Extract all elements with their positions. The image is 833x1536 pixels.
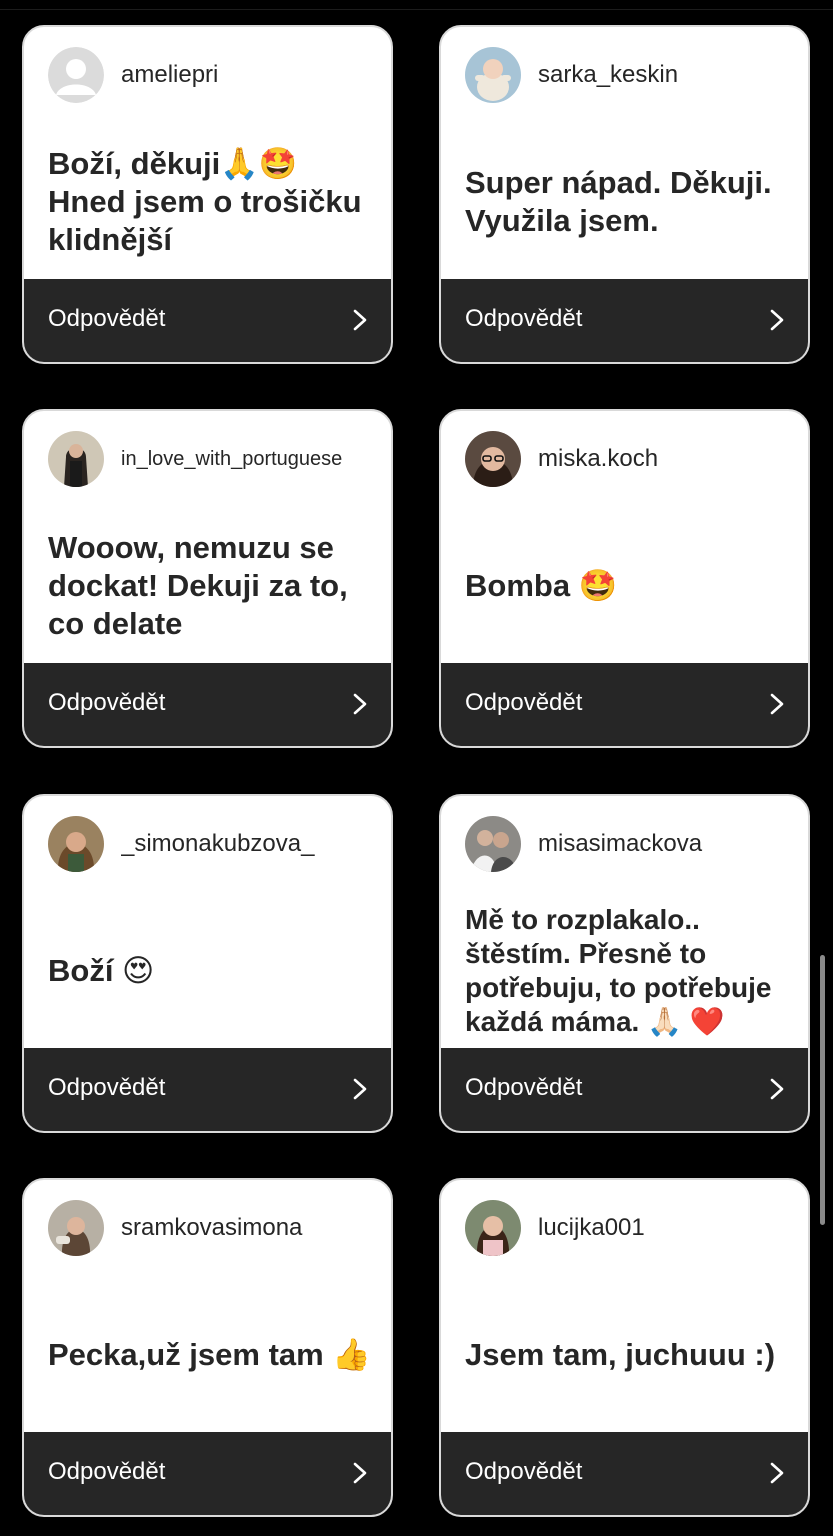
response-text: Mě to rozplakalo.. štěstím. Přesně to po… — [465, 904, 772, 1037]
username[interactable]: miska.koch — [538, 445, 794, 473]
reply-label: Odpovědět — [48, 689, 166, 716]
avatar[interactable] — [465, 47, 521, 103]
profile-photo — [465, 431, 521, 487]
response-text: Boží, děkuji🙏🤩 Hned jsem o trošičku klid… — [48, 146, 362, 257]
card-header: in_love_with_portuguese — [24, 411, 391, 507]
response-card: ameliepri Boží, děkuji🙏🤩 Hned jsem o tro… — [22, 25, 393, 364]
username[interactable]: _simonakubzova_ — [121, 830, 377, 858]
profile-photo — [48, 816, 104, 872]
username[interactable]: misasimackova — [538, 830, 794, 858]
avatar[interactable] — [465, 816, 521, 872]
reply-label: Odpovědět — [465, 689, 583, 716]
card-header: sramkovasimona — [24, 1180, 391, 1276]
reply-label: Odpovědět — [48, 1458, 166, 1485]
response-card: sarka_keskin Super nápad. Děkuji. Využil… — [439, 25, 810, 364]
chevron-right-icon — [353, 1078, 367, 1100]
avatar[interactable] — [465, 1200, 521, 1256]
username[interactable]: lucijka001 — [538, 1214, 794, 1242]
profile-photo — [465, 47, 521, 103]
reply-button[interactable]: Odpovědět — [441, 663, 808, 746]
reply-button[interactable]: Odpovědět — [24, 1048, 391, 1131]
reply-button[interactable]: Odpovědět — [441, 1048, 808, 1131]
profile-photo — [465, 816, 521, 872]
response-grid: ameliepri Boží, děkuji🙏🤩 Hned jsem o tro… — [0, 0, 833, 1536]
chevron-right-icon — [353, 309, 367, 331]
response-card: _simonakubzova_ Boží 😍 Odpovědět — [22, 794, 393, 1133]
response-card: miska.koch Bomba 🤩 Odpovědět — [439, 409, 810, 748]
card-header: misasimackova — [441, 796, 808, 892]
card-header: lucijka001 — [441, 1180, 808, 1276]
chevron-right-icon — [353, 1462, 367, 1484]
response-card: sramkovasimona Pecka,už jsem tam 👍 Odpov… — [22, 1178, 393, 1517]
response-text: Bomba 🤩 — [465, 568, 618, 603]
profile-photo — [48, 431, 104, 487]
chevron-right-icon — [353, 693, 367, 715]
reply-button[interactable]: Odpovědět — [24, 279, 391, 362]
reply-button[interactable]: Odpovědět — [441, 1432, 808, 1515]
reply-button[interactable]: Odpovědět — [441, 279, 808, 362]
card-header: ameliepri — [24, 27, 391, 123]
response-card: misasimackova Mě to rozplakalo.. štěstím… — [439, 794, 810, 1133]
chevron-right-icon — [770, 1078, 784, 1100]
default-avatar-icon — [48, 47, 104, 103]
scrollbar[interactable] — [820, 955, 825, 1225]
reply-button[interactable]: Odpovědět — [24, 663, 391, 746]
reply-label: Odpovědět — [48, 1074, 166, 1101]
reply-label: Odpovědět — [465, 1458, 583, 1485]
response-text: Boží 😍 — [48, 953, 155, 988]
chevron-right-icon — [770, 693, 784, 715]
username[interactable]: ameliepri — [121, 61, 377, 89]
card-header: sarka_keskin — [441, 27, 808, 123]
chevron-right-icon — [770, 309, 784, 331]
avatar[interactable] — [48, 1200, 104, 1256]
username[interactable]: sramkovasimona — [121, 1214, 377, 1242]
reply-label: Odpovědět — [48, 305, 166, 332]
response-text: Super nápad. Děkuji. Využila jsem. — [465, 165, 772, 238]
response-text: Pecka,už jsem tam 👍 — [48, 1337, 371, 1372]
response-card: in_love_with_portuguese Wooow, nemuzu se… — [22, 409, 393, 748]
reply-label: Odpovědět — [465, 1074, 583, 1101]
response-text: Wooow, nemuzu se dockat! Dekuji za to, c… — [48, 530, 348, 641]
response-text: Jsem tam, juchuuu :) — [465, 1337, 776, 1372]
reply-label: Odpovědět — [465, 305, 583, 332]
reply-button[interactable]: Odpovědět — [24, 1432, 391, 1515]
avatar[interactable] — [48, 47, 104, 103]
card-header: miska.koch — [441, 411, 808, 507]
avatar[interactable] — [465, 431, 521, 487]
username[interactable]: in_love_with_portuguese — [121, 448, 377, 471]
avatar[interactable] — [48, 431, 104, 487]
card-header: _simonakubzova_ — [24, 796, 391, 892]
chevron-right-icon — [770, 1462, 784, 1484]
username[interactable]: sarka_keskin — [538, 61, 794, 89]
avatar[interactable] — [48, 816, 104, 872]
profile-photo — [465, 1200, 521, 1256]
response-card: lucijka001 Jsem tam, juchuuu :) Odpovědě… — [439, 1178, 810, 1517]
profile-photo — [48, 1200, 104, 1256]
